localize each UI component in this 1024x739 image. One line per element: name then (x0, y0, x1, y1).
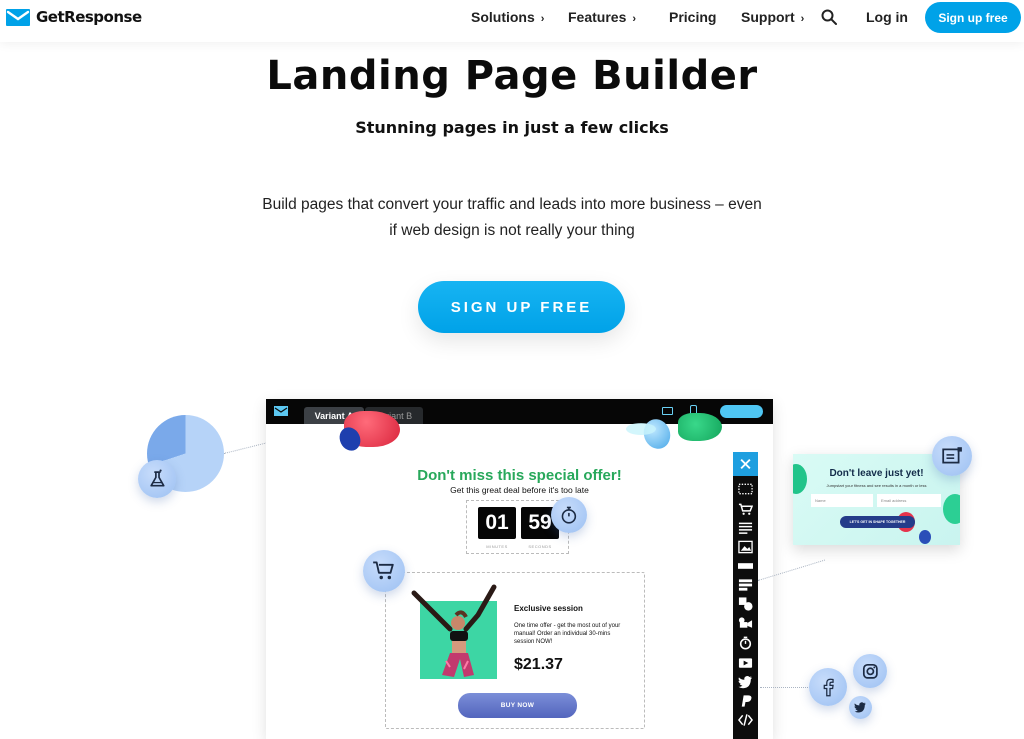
image-icon (738, 540, 753, 553)
toolbar-video[interactable] (733, 653, 758, 672)
product-image (411, 584, 497, 679)
shapes-icon (738, 596, 753, 611)
social-facebook-badge (809, 668, 847, 706)
shopping-cart-icon (373, 561, 395, 580)
page-subtitle: Stunning pages in just a few clicks (355, 118, 669, 137)
offer-subheading: Get this great deal before it's too late (450, 485, 589, 495)
decorative-blob (678, 413, 722, 441)
signup-cta-button[interactable]: SIGN UP FREE (418, 281, 625, 333)
toolbar-paypal[interactable] (733, 691, 758, 710)
chevron-right-icon: › (632, 13, 637, 25)
page-title: Landing Page Builder (266, 53, 758, 99)
toolbar-button[interactable] (733, 556, 758, 575)
offer-heading: Don't miss this special offer! (417, 467, 622, 484)
flask-icon (149, 469, 165, 487)
popup-email-field[interactable]: Email address (877, 494, 941, 507)
twitter-icon (738, 675, 753, 688)
code-icon (738, 713, 753, 726)
popup-submit-button[interactable]: LET'S GET IN SHAPE TOGETHER (840, 516, 915, 528)
toolbar-image[interactable] (733, 537, 758, 556)
search-icon[interactable] (821, 9, 837, 25)
nav-support-label: Support (741, 9, 795, 25)
nav-solutions-label: Solutions (471, 9, 535, 25)
decorative-blob (626, 423, 656, 435)
instagram-icon (862, 663, 878, 679)
product-badge (363, 550, 405, 592)
brand-name: GetResponse (36, 8, 142, 26)
toolbar-tools[interactable] (733, 452, 758, 476)
popup-badge (932, 436, 972, 476)
page-description: Build pages that convert your traffic an… (262, 196, 762, 239)
popup-title: Don't leave just yet! (829, 468, 924, 479)
login-link[interactable]: Log in (866, 9, 908, 25)
nav-features[interactable]: Features › (568, 9, 636, 25)
facebook-icon (823, 678, 834, 696)
popup-window-icon (942, 447, 962, 464)
buy-now-button[interactable]: BUY NOW (458, 693, 577, 718)
timer-minutes: 01 (478, 507, 516, 539)
social-instagram-badge (853, 654, 887, 688)
tools-icon (740, 458, 751, 470)
timer-badge (551, 497, 587, 533)
envelope-logo-icon (6, 8, 30, 26)
connector-line (760, 687, 812, 688)
nav-support[interactable]: Support › (741, 9, 804, 25)
nav-pricing-label: Pricing (669, 9, 717, 25)
twitter-icon (854, 702, 867, 713)
timer-icon (739, 636, 752, 649)
toolbar-section[interactable] (733, 479, 758, 498)
product-title: Exclusive session (514, 604, 583, 613)
publish-button[interactable] (720, 405, 763, 418)
site-header: GetResponse Solutions › Features › Pricing… (0, 0, 1024, 42)
dancer-illustration (411, 584, 497, 677)
toolbar-form[interactable] (733, 575, 758, 594)
timer-seconds-label: SECONDS (528, 544, 552, 549)
ab-test-badge (138, 460, 176, 498)
nav-solutions[interactable]: Solutions › (471, 9, 544, 25)
header-signup-button[interactable]: Sign up free (925, 2, 1021, 33)
section-icon (738, 483, 753, 494)
video-camera-icon (738, 616, 753, 628)
product-price: $21.37 (514, 656, 563, 673)
button-icon (738, 562, 753, 569)
cart-icon (738, 503, 753, 515)
popup-subtitle: Jumpstart your fitness and see results i… (826, 483, 927, 488)
toolbar-cart[interactable] (733, 499, 758, 518)
envelope-logo-icon (274, 406, 288, 416)
form-icon (738, 578, 753, 591)
chevron-right-icon: › (800, 13, 805, 25)
paypal-icon (741, 694, 752, 707)
popup-name-field[interactable]: Name (811, 494, 873, 507)
timer-minutes-label: MINUTES (486, 544, 508, 549)
toolbar-video-camera[interactable] (733, 613, 758, 632)
decorative-blob (919, 530, 931, 544)
elements-toolbar (733, 452, 758, 739)
text-icon (738, 522, 753, 534)
social-twitter-badge (849, 696, 872, 719)
toolbar-text[interactable] (733, 518, 758, 537)
toolbar-timer[interactable] (733, 633, 758, 652)
product-description: One time offer - get the most out of you… (514, 623, 621, 645)
nav-features-label: Features (568, 9, 627, 25)
toolbar-shapes[interactable] (733, 594, 758, 613)
brand-logo[interactable]: GetResponse (6, 8, 142, 26)
chevron-right-icon: › (540, 13, 545, 25)
stopwatch-icon (561, 506, 577, 524)
toolbar-twitter[interactable] (733, 672, 758, 691)
decorative-blob (943, 494, 960, 524)
toolbar-code[interactable] (733, 710, 758, 729)
play-video-icon (738, 657, 753, 668)
nav-pricing[interactable]: Pricing (669, 9, 716, 25)
desktop-view-icon[interactable] (662, 407, 673, 415)
